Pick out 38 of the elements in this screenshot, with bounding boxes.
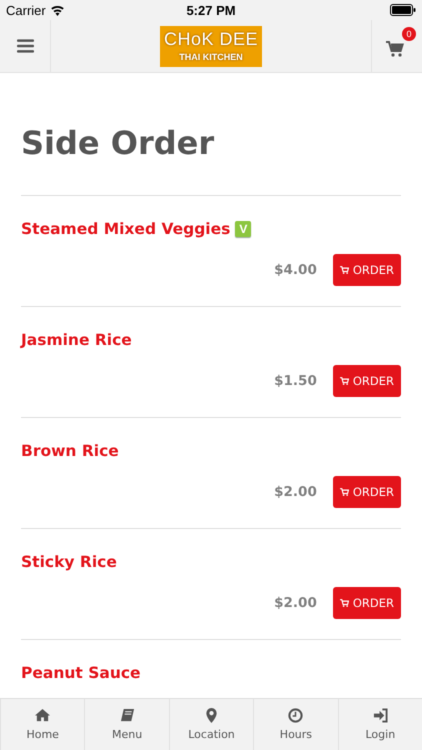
item-price: $2.00 <box>274 484 317 500</box>
cart-icon <box>386 41 404 57</box>
order-button[interactable]: ORDER <box>332 254 401 286</box>
clock-icon <box>288 708 304 723</box>
order-button[interactable]: ORDER <box>332 476 401 508</box>
cart-icon <box>340 488 349 496</box>
login-icon <box>372 708 388 723</box>
cart-icon <box>340 266 349 274</box>
item-price: $1.50 <box>274 373 317 389</box>
item-name: Jasmine Rice <box>21 331 132 349</box>
cart-icon <box>340 377 349 385</box>
logo-subtitle: THAI KITCHEN <box>179 52 243 63</box>
item-name: Sticky Rice <box>21 553 117 571</box>
item-price: $4.00 <box>274 262 317 278</box>
page-title: Side Order <box>21 123 216 164</box>
tab-bar-item[interactable]: Login <box>338 699 422 750</box>
menu-icon <box>16 39 34 53</box>
battery-icon <box>390 4 416 16</box>
item-name: Brown Rice <box>21 442 119 460</box>
vegetarian-badge: V <box>235 221 252 237</box>
tab-bar-item[interactable]: Location <box>168 699 254 750</box>
item-name: Peanut Sauce <box>21 664 141 682</box>
map-pin-icon <box>204 708 220 723</box>
order-button[interactable]: ORDER <box>332 365 401 397</box>
item-price: $2.00 <box>274 595 317 611</box>
tab-bar-item[interactable]: Home <box>0 699 84 750</box>
clock-time: 5:27 PM <box>186 2 236 18</box>
order-button[interactable]: ORDER <box>332 587 401 619</box>
tab-bar-item[interactable]: Menu <box>84 699 169 750</box>
cart-count-badge: 0 <box>402 27 416 41</box>
carrier-name: Carrier <box>6 2 46 18</box>
item-name: Steamed Mixed Veggies <box>21 220 230 238</box>
wifi-icon <box>50 4 65 16</box>
tab-bar-item[interactable]: Hours <box>253 699 338 750</box>
home-icon <box>35 708 50 723</box>
book-icon <box>120 708 135 723</box>
logo-name: CHoK DEE <box>164 29 258 50</box>
cart-icon <box>340 599 349 607</box>
